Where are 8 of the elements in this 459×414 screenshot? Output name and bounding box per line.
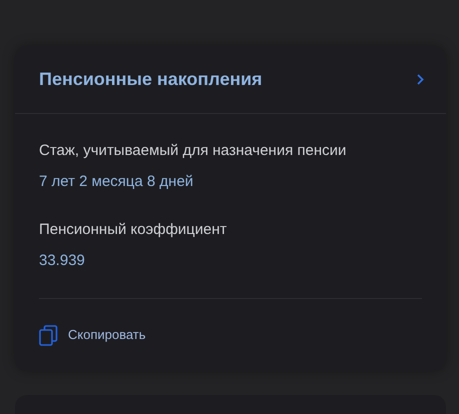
field-label: Стаж, учитываемый для назначения пенсии (39, 141, 348, 161)
copy-button[interactable]: Скопировать (39, 324, 146, 346)
chevron-right-icon[interactable] (417, 74, 424, 85)
field-value: 7 лет 2 месяца 8 дней (39, 172, 194, 192)
field-label: Пенсионный коэффициент (39, 220, 228, 240)
field-value: 33.939 (39, 250, 86, 270)
card-title: Пенсионные накопления (39, 68, 262, 91)
copy-icon (39, 324, 58, 346)
